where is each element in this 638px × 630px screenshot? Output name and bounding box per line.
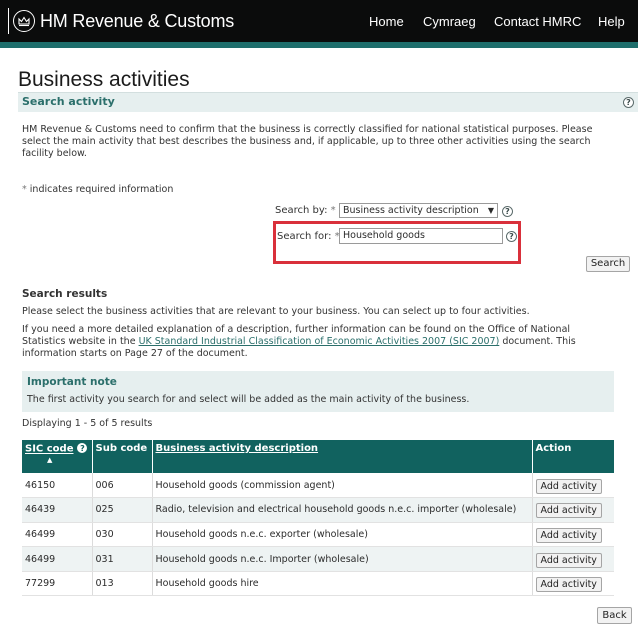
note-title: Important note [27, 376, 117, 388]
results-count: Displaying 1 - 5 of 5 results [22, 418, 153, 429]
table-row: 46439 025 Radio, television and electric… [22, 497, 614, 523]
search-button[interactable]: Search [586, 256, 630, 272]
table-header-row: SIC code? ▲ Sub code Business activity de… [22, 440, 614, 473]
table-row: 77299 013 Household goods hire Add activ… [22, 571, 614, 597]
action-cell: Add activity [532, 497, 614, 523]
add-activity-button[interactable]: Add activity [535, 503, 602, 519]
search-by-label: Search by: * [275, 205, 336, 216]
action-cell: Add activity [532, 473, 614, 499]
chevron-down-icon: ▼ [487, 206, 494, 215]
column-header-action: Action [532, 440, 614, 473]
sort-ascending-icon: ▲ [47, 455, 53, 464]
brand-name: HM Revenue & Customs [40, 10, 235, 31]
add-activity-button[interactable]: Add activity [535, 577, 602, 593]
intro-text: HM Revenue & Customs need to confirm tha… [22, 124, 593, 159]
sic-code-cell: 77299 [22, 571, 93, 597]
column-header-sub-code: Sub code [92, 440, 153, 473]
required-marker: * [22, 184, 27, 195]
search-by-value: Business activity description [343, 205, 479, 216]
results-info: If you need a more detailed explanation … [22, 324, 614, 360]
column-header-description[interactable]: Business activity description [152, 440, 533, 473]
table-row: 46499 030 Household goods n.e.c. exporte… [22, 522, 614, 548]
sic-code-sort-link[interactable]: SIC code [25, 444, 73, 455]
description-cell: Household goods (commission agent) [152, 473, 533, 499]
sub-code-cell: 031 [92, 546, 153, 572]
action-cell: Add activity [532, 522, 614, 548]
search-by-label-text: Search by: [275, 205, 328, 216]
sic-document-link[interactable]: UK Standard Industrial Classification of… [139, 336, 500, 347]
description-cell: Household goods hire [152, 571, 533, 597]
crown-crest-icon [13, 10, 35, 32]
nav-home[interactable]: Home [369, 14, 404, 29]
results-instruction: Please select the business activities th… [22, 306, 530, 317]
add-activity-button[interactable]: Add activity [535, 478, 602, 494]
back-button[interactable]: Back [597, 607, 632, 624]
description-sort-link[interactable]: Business activity description [156, 443, 319, 454]
help-icon[interactable]: ? [623, 97, 634, 108]
column-header-sic-code[interactable]: SIC code? ▲ [22, 440, 93, 473]
required-marker: * [330, 205, 336, 216]
section-title: Search activity [22, 95, 115, 108]
required-note-text: indicates required information [29, 184, 174, 195]
table-row: 46499 031 Household goods n.e.c. Importe… [22, 546, 614, 572]
important-note: Important note The first activity you se… [22, 371, 614, 412]
header-stripe [0, 42, 638, 48]
required-note: * indicates required information [22, 184, 173, 196]
logo-divider [8, 8, 9, 34]
description-cell: Household goods n.e.c. exporter (wholesa… [152, 522, 533, 548]
sic-code-cell: 46439 [22, 497, 93, 523]
section-header: Search activity ? [18, 92, 638, 112]
highlight-annotation [273, 221, 521, 264]
nav-contact-hmrc[interactable]: Contact HMRC [494, 14, 581, 29]
sub-code-cell: 030 [92, 522, 153, 548]
page-title: Business activities [18, 68, 190, 91]
sic-code-cell: 46499 [22, 522, 93, 548]
sic-code-cell: 46499 [22, 546, 93, 572]
note-text: The first activity you search for and se… [27, 394, 470, 405]
sub-code-cell: 006 [92, 473, 153, 499]
action-cell: Add activity [532, 571, 614, 597]
search-by-help-icon[interactable]: ? [502, 206, 513, 217]
sic-code-cell: 46150 [22, 473, 93, 499]
nav-cymraeg[interactable]: Cymraeg [423, 14, 476, 29]
sic-help-icon[interactable]: ? [77, 443, 88, 453]
search-results-title: Search results [22, 288, 108, 300]
nav-help[interactable]: Help [598, 14, 625, 29]
results-table: SIC code? ▲ Sub code Business activity de… [22, 440, 614, 597]
hmrc-logo[interactable]: HM Revenue & Customs [8, 8, 234, 34]
add-activity-button[interactable]: Add activity [535, 552, 602, 568]
description-cell: Radio, television and electrical househo… [152, 497, 533, 523]
action-cell: Add activity [532, 546, 614, 572]
add-activity-button[interactable]: Add activity [535, 527, 602, 543]
sub-code-cell: 013 [92, 571, 153, 597]
description-cell: Household goods n.e.c. Importer (wholesa… [152, 546, 533, 572]
search-by-select[interactable]: Business activity description ▼ [339, 203, 498, 218]
table-row: 46150 006 Household goods (commission ag… [22, 473, 614, 499]
sub-code-cell: 025 [92, 497, 153, 523]
top-bar: HM Revenue & Customs Home Cymraeg Contac… [0, 0, 638, 42]
